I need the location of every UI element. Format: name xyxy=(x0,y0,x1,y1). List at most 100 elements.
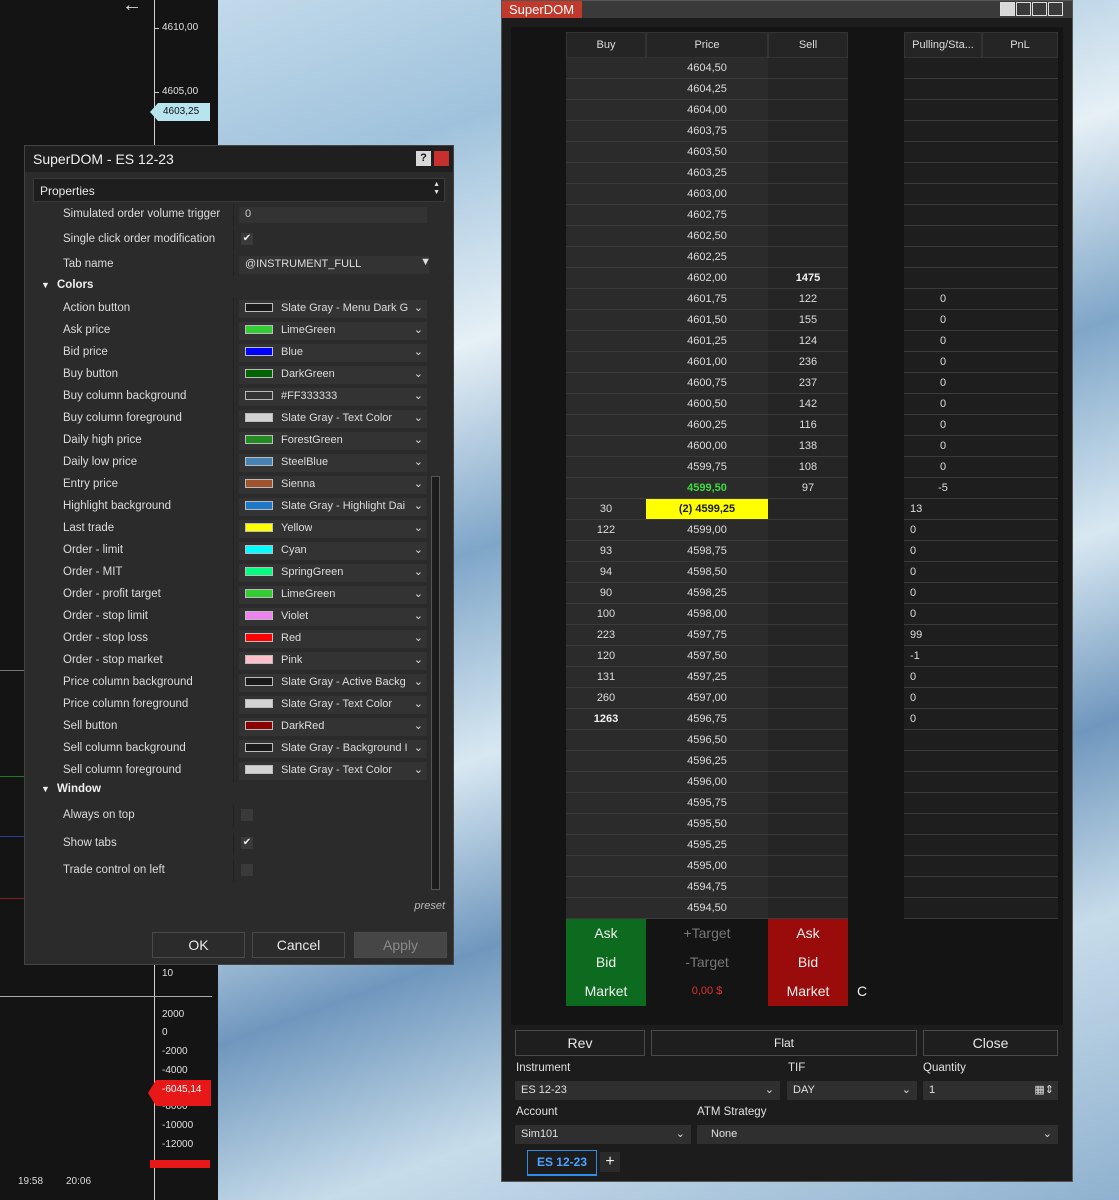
pnl-cell[interactable] xyxy=(982,436,1058,457)
rev-button[interactable]: Rev xyxy=(515,1030,645,1056)
price-cell[interactable]: 4604,00 xyxy=(646,100,768,121)
price-cell[interactable]: 4597,75 xyxy=(646,625,768,646)
sell-cell[interactable] xyxy=(768,835,848,856)
buy-cell[interactable] xyxy=(566,415,646,436)
price-cell[interactable]: 4597,50 xyxy=(646,646,768,667)
column-header-sell[interactable]: Sell xyxy=(768,32,848,58)
pnl-cell[interactable] xyxy=(982,499,1058,520)
color-dropdown[interactable]: Slate Gray - Highlight Dai ⌄ xyxy=(239,498,427,516)
pnl-cell[interactable] xyxy=(982,583,1058,604)
color-dropdown[interactable]: Violet ⌄ xyxy=(239,608,427,626)
pulling-cell[interactable]: 0 xyxy=(904,583,982,604)
color-dropdown[interactable]: DarkGreen ⌄ xyxy=(239,366,427,384)
color-dropdown[interactable]: Red ⌄ xyxy=(239,630,427,648)
collapse-arrow-icon[interactable]: ▼ xyxy=(41,280,50,290)
pnl-cell[interactable] xyxy=(982,688,1058,709)
tab-name-dropdown[interactable]: @INSTRUMENT_FULL ▼ xyxy=(239,256,431,274)
color-dropdown[interactable]: Pink ⌄ xyxy=(239,652,427,670)
buy-market-button[interactable]: Market xyxy=(566,977,646,1006)
sell-cell[interactable] xyxy=(768,562,848,583)
buy-cell[interactable]: 223 xyxy=(566,625,646,646)
pulling-cell[interactable] xyxy=(904,79,982,100)
sell-cell[interactable] xyxy=(768,667,848,688)
color-dropdown[interactable]: #FF333333 ⌄ xyxy=(239,388,427,406)
price-cell[interactable]: 4603,00 xyxy=(646,184,768,205)
price-cell[interactable]: 4598,00 xyxy=(646,604,768,625)
pnl-cell[interactable] xyxy=(982,793,1058,814)
buy-cell[interactable] xyxy=(566,163,646,184)
pulling-cell[interactable]: 0 xyxy=(904,310,982,331)
add-tab-icon[interactable]: + xyxy=(600,1152,620,1172)
buy-cell[interactable]: 100 xyxy=(566,604,646,625)
sell-cell[interactable]: 237 xyxy=(768,373,848,394)
close-window-icon[interactable] xyxy=(1048,2,1063,16)
buy-cell[interactable] xyxy=(566,898,646,919)
pulling-cell[interactable]: 0 xyxy=(904,604,982,625)
dialog-titlebar[interactable]: SuperDOM - ES 12-23 ? xyxy=(25,146,453,172)
show-tabs-checkbox[interactable]: ✔ xyxy=(241,837,253,849)
atm-strategy-dropdown[interactable]: None ⌄ xyxy=(697,1125,1058,1144)
minus-target-button[interactable]: -Target xyxy=(646,948,768,977)
price-cell[interactable]: 4602,50 xyxy=(646,226,768,247)
price-cell[interactable]: 4602,25 xyxy=(646,247,768,268)
pulling-cell[interactable] xyxy=(904,163,982,184)
price-cell[interactable]: 4603,50 xyxy=(646,142,768,163)
pnl-cell[interactable] xyxy=(982,121,1058,142)
color-dropdown[interactable]: Slate Gray - Text Color ⌄ xyxy=(239,696,427,714)
buy-cell[interactable] xyxy=(566,100,646,121)
close-button[interactable]: Close xyxy=(923,1030,1058,1056)
pulling-cell[interactable]: 0 xyxy=(904,373,982,394)
pnl-cell[interactable] xyxy=(982,541,1058,562)
column-header-price[interactable]: Price xyxy=(646,32,768,58)
buy-cell[interactable] xyxy=(566,268,646,289)
price-cell[interactable]: 4601,50 xyxy=(646,310,768,331)
buy-cell[interactable] xyxy=(566,79,646,100)
pnl-cell[interactable] xyxy=(982,415,1058,436)
sell-cell[interactable]: 116 xyxy=(768,415,848,436)
sell-cell[interactable] xyxy=(768,142,848,163)
buy-cell[interactable] xyxy=(566,457,646,478)
simulated-trigger-input[interactable]: 0 xyxy=(239,207,427,223)
pulling-cell[interactable] xyxy=(904,772,982,793)
sell-cell[interactable]: 124 xyxy=(768,331,848,352)
sell-cell[interactable]: 122 xyxy=(768,289,848,310)
cancel-button[interactable]: Cancel xyxy=(252,932,345,958)
pnl-cell[interactable] xyxy=(982,730,1058,751)
sell-cell[interactable] xyxy=(768,583,848,604)
column-header-pulling[interactable]: Pulling/Sta... xyxy=(904,32,982,58)
pulling-cell[interactable] xyxy=(904,730,982,751)
window-menu-icon[interactable] xyxy=(1000,2,1015,16)
pulling-cell[interactable]: 0 xyxy=(904,562,982,583)
sell-cell[interactable]: 97 xyxy=(768,478,848,499)
sell-cell[interactable] xyxy=(768,625,848,646)
pulling-cell[interactable] xyxy=(904,877,982,898)
sell-cell[interactable]: 1475 xyxy=(768,268,848,289)
pnl-cell[interactable] xyxy=(982,667,1058,688)
pulling-cell[interactable] xyxy=(904,184,982,205)
pulling-cell[interactable] xyxy=(904,247,982,268)
price-cell[interactable]: (2) 4599,25 xyxy=(646,499,768,520)
pnl-cell[interactable] xyxy=(982,226,1058,247)
sell-cell[interactable] xyxy=(768,709,848,730)
pnl-cell[interactable] xyxy=(982,331,1058,352)
pulling-cell[interactable] xyxy=(904,226,982,247)
color-dropdown[interactable]: Slate Gray - Background I ⌄ xyxy=(239,740,427,758)
sell-cell[interactable] xyxy=(768,898,848,919)
price-cell[interactable]: 4600,00 xyxy=(646,436,768,457)
sell-ask-button[interactable]: Ask xyxy=(768,919,848,948)
sell-cell[interactable] xyxy=(768,121,848,142)
help-icon[interactable]: ? xyxy=(416,151,431,166)
price-cell[interactable]: 4599,50 xyxy=(646,478,768,499)
buy-cell[interactable] xyxy=(566,352,646,373)
color-dropdown[interactable]: LimeGreen ⌄ xyxy=(239,586,427,604)
pnl-cell[interactable] xyxy=(982,709,1058,730)
pnl-cell[interactable] xyxy=(982,394,1058,415)
price-cell[interactable]: 4598,50 xyxy=(646,562,768,583)
sell-cell[interactable] xyxy=(768,751,848,772)
color-dropdown[interactable]: LimeGreen ⌄ xyxy=(239,322,427,340)
pnl-cell[interactable] xyxy=(982,814,1058,835)
sell-cell[interactable] xyxy=(768,604,848,625)
pnl-cell[interactable] xyxy=(982,625,1058,646)
pnl-cell[interactable] xyxy=(982,100,1058,121)
plus-target-button[interactable]: +Target xyxy=(646,919,768,948)
